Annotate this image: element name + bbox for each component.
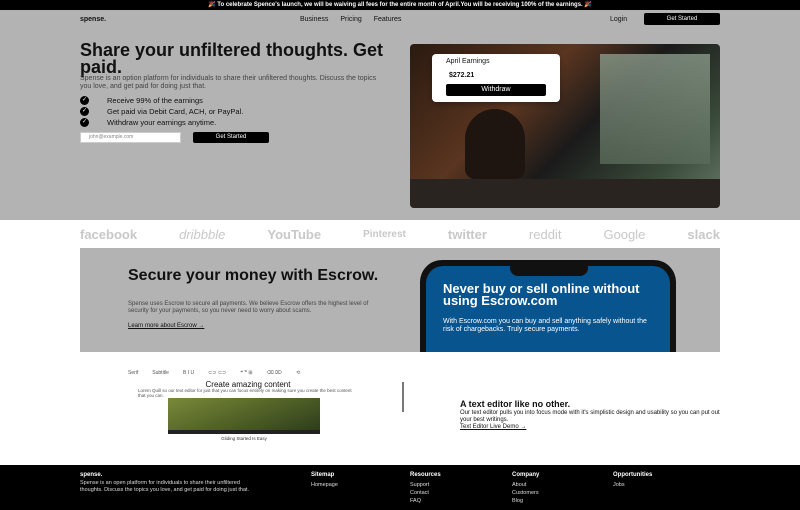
- footer-col-title: Company: [512, 472, 540, 478]
- nav-link-business[interactable]: Business: [300, 16, 328, 23]
- nav-link-features[interactable]: Features: [374, 16, 402, 23]
- photo-table: [410, 179, 720, 208]
- footer-link[interactable]: Customers: [512, 489, 539, 497]
- footer: spense. Spense is an open platform for i…: [0, 465, 800, 510]
- editor-toolbar: Serif Subtitle B I U ⊂⊃ ⊂⊃ ❝ ❞ ⊞ ⌫ ⌦ ⟲: [128, 370, 348, 376]
- email-field[interactable]: john@example.com: [80, 132, 181, 143]
- footer-col-title: Resources: [410, 472, 441, 478]
- toolbar-font[interactable]: Serif: [128, 370, 138, 376]
- footer-description: Spense is an open platform for individua…: [80, 480, 250, 493]
- reddit-logo: reddit: [528, 226, 562, 242]
- footer-link[interactable]: Contact: [410, 489, 441, 497]
- editor-feature-title: A text editor like no other.: [460, 399, 571, 409]
- earnings-title: April Earnings: [446, 58, 490, 65]
- withdraw-button[interactable]: Withdraw: [446, 84, 546, 96]
- check-icon: ✓: [80, 118, 89, 127]
- footer-col-title: Sitemap: [311, 472, 335, 478]
- check-item: ✓ Get paid via Debit Card, ACH, or PayPal…: [80, 106, 243, 117]
- hero-subtitle: Spense is an option platform for individ…: [80, 75, 377, 90]
- toolbar-format[interactable]: B I U: [183, 370, 194, 376]
- footer-company: Company About Customers Blog: [512, 472, 539, 505]
- top-nav: spense. Business Pricing Features Login …: [80, 13, 720, 27]
- photo-window: [600, 54, 710, 164]
- earnings-card: April Earnings $272.21 Withdraw: [432, 54, 560, 102]
- pinterest-logo: Pinterest: [363, 228, 406, 240]
- editor-video[interactable]: [168, 398, 320, 434]
- escrow-link[interactable]: Learn more about Escrow →: [128, 323, 204, 329]
- video-caption: Gliding Started Is Easy: [221, 436, 267, 441]
- escrow-section: Secure your money with Escrow. Spense us…: [80, 248, 720, 352]
- escrow-title: Secure your money with Escrow.: [128, 267, 379, 284]
- hero-get-started-button[interactable]: Get Started: [193, 132, 269, 143]
- check-icon: ✓: [80, 96, 89, 105]
- dribbble-logo: dribbble: [179, 226, 226, 242]
- facebook-logo: facebook: [80, 226, 138, 242]
- footer-col-title: Opportunities: [613, 472, 653, 478]
- escrow-subtitle: Spense uses Escrow to secure all payment…: [128, 301, 369, 314]
- phone-title: Never buy or sell online without using E…: [443, 281, 640, 308]
- footer-logo[interactable]: spense.: [80, 472, 102, 478]
- nav-get-started-button[interactable]: Get Started: [644, 13, 720, 25]
- twitter-logo: twitter: [447, 226, 487, 242]
- toolbar-style[interactable]: Subtitle: [152, 370, 169, 376]
- footer-resources: Resources Support Contact FAQ: [410, 472, 441, 505]
- nav-link-pricing[interactable]: Pricing: [340, 16, 361, 23]
- footer-link[interactable]: Support: [410, 481, 441, 489]
- phone-mockup: Never buy or sell online without using E…: [420, 260, 676, 352]
- editor-cursor: [402, 382, 404, 412]
- hero-title: Share your unfiltered thoughts. Get paid…: [80, 40, 384, 77]
- check-icon: ✓: [80, 107, 89, 116]
- toolbar-delete[interactable]: ⌫ ⌦: [267, 370, 283, 376]
- footer-link[interactable]: About: [512, 481, 539, 489]
- earnings-value: $272.21: [449, 72, 475, 79]
- toolbar-blocks[interactable]: ❝ ❞ ⊞: [240, 370, 252, 376]
- check-label: Withdraw your earnings anytime.: [107, 118, 217, 127]
- footer-opportunities: Opportunities Jobs: [613, 472, 652, 489]
- slack-logo: slack: [687, 226, 720, 242]
- editor-feature-subtitle: Our text editor pulls you into focus mod…: [460, 410, 720, 423]
- check-item: ✓ Withdraw your earnings anytime.: [80, 117, 243, 128]
- brand-logos: facebook dribbble YouTube Pinterest twit…: [80, 225, 720, 243]
- logo[interactable]: spense.: [80, 16, 106, 23]
- phone-screen: Never buy or sell online without using E…: [426, 266, 670, 352]
- check-label: Get paid via Debit Card, ACH, or PayPal.: [107, 107, 244, 116]
- toolbar-links[interactable]: ⊂⊃ ⊂⊃: [208, 370, 226, 376]
- toolbar-undo[interactable]: ⟲: [296, 370, 300, 376]
- login-link[interactable]: Login: [610, 16, 627, 23]
- photo-person: [465, 109, 525, 179]
- footer-link[interactable]: Blog: [512, 497, 539, 505]
- nav-links: Business Pricing Features: [300, 16, 411, 23]
- footer-link[interactable]: FAQ: [410, 497, 441, 505]
- check-label: Receive 99% of the earnings: [107, 96, 203, 105]
- footer-sitemap: Sitemap Homepage: [311, 472, 338, 489]
- editor-demo-link[interactable]: Text Editor Live Demo →: [460, 424, 526, 430]
- google-logo: Google: [603, 226, 646, 242]
- phone-subtitle: With Escrow.com you can buy and sell any…: [443, 318, 647, 333]
- footer-link[interactable]: Jobs: [613, 481, 652, 489]
- footer-link[interactable]: Homepage: [311, 481, 338, 489]
- video-controls[interactable]: [168, 430, 320, 434]
- youtube-logo: YouTube: [267, 226, 322, 242]
- check-item: ✓ Receive 99% of the earnings: [80, 95, 243, 106]
- phone-notch: [510, 266, 588, 276]
- announcement-bar: 🎉 To celebrate Spence's launch, we will …: [0, 0, 800, 10]
- feature-checklist: ✓ Receive 99% of the earnings ✓ Get paid v…: [80, 95, 243, 128]
- editor-body: Lorem Quill so our text editor for just …: [138, 388, 352, 398]
